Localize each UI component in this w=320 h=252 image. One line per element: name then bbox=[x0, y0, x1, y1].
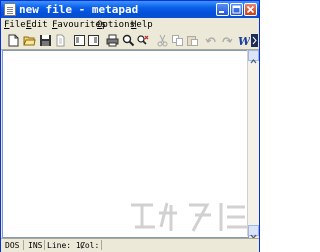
replace-icon bbox=[137, 35, 149, 45]
open-folder-icon bbox=[23, 36, 36, 46]
new-file-button[interactable] bbox=[7, 34, 20, 47]
close-button[interactable] bbox=[244, 3, 257, 16]
cut-icon bbox=[157, 34, 168, 47]
status-divider bbox=[101, 240, 102, 250]
scroll-up-button[interactable] bbox=[248, 50, 259, 64]
minimize-button[interactable] bbox=[216, 3, 229, 16]
menu-file[interactable]: File bbox=[4, 20, 26, 31]
paste-button[interactable] bbox=[186, 34, 199, 47]
title-bar[interactable]: new file - metapad bbox=[1, 1, 259, 18]
cut-button[interactable] bbox=[156, 34, 169, 47]
word-wrap-icon: W bbox=[238, 35, 250, 47]
toolbar-overflow-chevron[interactable] bbox=[251, 34, 258, 47]
notepad-app-icon bbox=[4, 3, 16, 16]
toolbar: W bbox=[1, 33, 259, 50]
align-left-icon bbox=[74, 35, 85, 46]
undo-button[interactable] bbox=[205, 34, 218, 47]
replace-button[interactable] bbox=[136, 34, 149, 47]
status-line-ending: DOS bbox=[5, 241, 20, 250]
redo-icon bbox=[222, 37, 233, 43]
maximize-button[interactable] bbox=[230, 3, 243, 16]
minimize-icon bbox=[219, 11, 224, 13]
save-icon bbox=[40, 35, 51, 46]
status-column: Col: bbox=[80, 241, 100, 250]
new-file-icon bbox=[8, 34, 19, 47]
window-title: new file - metapad bbox=[19, 3, 139, 16]
copy-icon bbox=[172, 35, 183, 46]
find-icon bbox=[122, 34, 135, 47]
menu-options[interactable]: Options bbox=[97, 20, 135, 31]
find-button[interactable] bbox=[122, 34, 135, 47]
menu-edit[interactable]: Edit bbox=[26, 20, 48, 31]
print-button[interactable] bbox=[106, 34, 119, 47]
status-divider bbox=[23, 240, 24, 250]
paste-icon bbox=[187, 36, 198, 46]
print-icon bbox=[106, 34, 119, 47]
help-box-button[interactable] bbox=[87, 34, 100, 47]
print-preview-icon bbox=[56, 34, 65, 47]
metapad-window: new file - metapad File Edit Favourites … bbox=[0, 0, 260, 252]
word-wrap-button[interactable]: W bbox=[238, 34, 250, 47]
copy-button[interactable] bbox=[171, 34, 184, 47]
align-left-button[interactable] bbox=[73, 34, 86, 47]
maximize-icon bbox=[232, 5, 241, 14]
menu-help[interactable]: Help bbox=[131, 20, 153, 31]
close-icon bbox=[246, 5, 255, 14]
menu-bar: File Edit Favourites Options Help bbox=[1, 18, 259, 33]
svg-text:W: W bbox=[238, 35, 250, 47]
status-divider bbox=[44, 240, 45, 250]
chevron-right-icon bbox=[251, 34, 258, 47]
status-insert-mode: INS bbox=[28, 241, 43, 250]
open-button[interactable] bbox=[23, 34, 36, 47]
redo-button[interactable] bbox=[220, 34, 233, 47]
print-preview-button[interactable] bbox=[54, 34, 67, 47]
status-bar: DOS INS Line: 1/ Col: bbox=[1, 238, 259, 252]
site-watermark-logo bbox=[127, 197, 253, 237]
help-box-icon bbox=[88, 35, 99, 46]
chevron-up-icon bbox=[250, 58, 257, 64]
save-button[interactable] bbox=[39, 34, 52, 47]
undo-icon bbox=[205, 37, 216, 43]
